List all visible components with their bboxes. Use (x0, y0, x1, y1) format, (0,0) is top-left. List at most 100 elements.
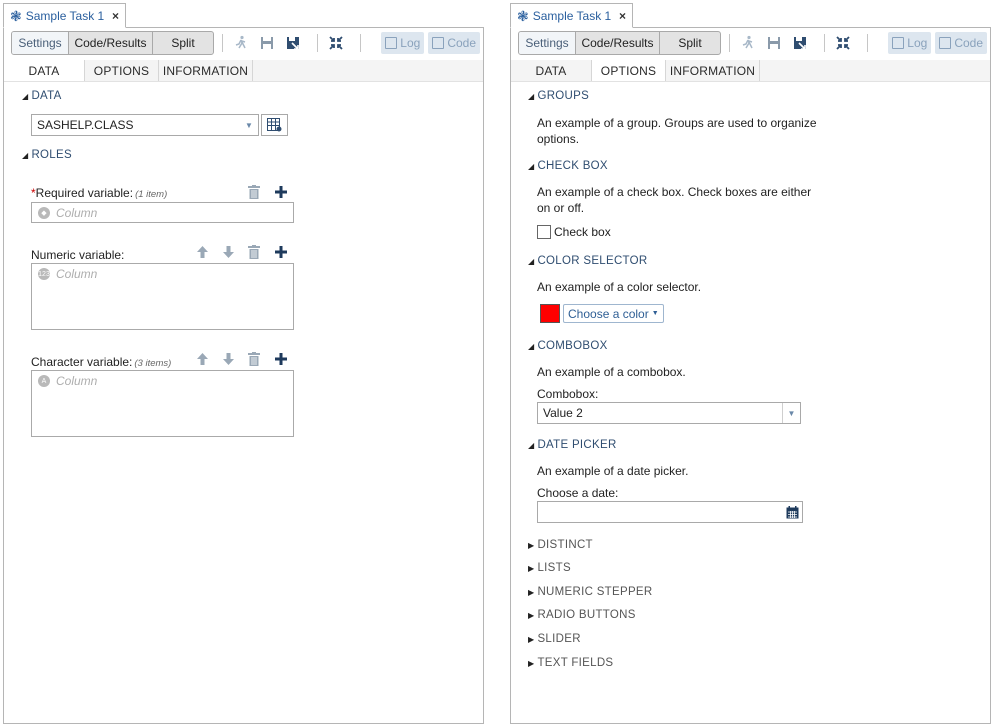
tab-data[interactable]: DATA (4, 60, 85, 81)
code-label: Code (954, 36, 983, 50)
trash-icon[interactable] (246, 184, 262, 200)
character-variable-box[interactable]: A Column (31, 370, 294, 437)
collapsed-triangle-icon: ▶ (528, 540, 535, 550)
code-results-mode-button[interactable]: Code/Results (576, 32, 660, 54)
tab-information[interactable]: INFORMATION (159, 60, 253, 81)
section-title: TEXT FIELDS (537, 657, 614, 669)
close-tab-icon[interactable]: × (619, 9, 626, 23)
task-panel-right: ❃ Sample Task 1 × Settings Code/Results … (510, 0, 991, 728)
save-as-icon[interactable] (283, 33, 303, 53)
text-fields-section-header[interactable]: ▶ TEXT FIELDS (528, 657, 613, 669)
description-line: options. (537, 132, 580, 146)
task-tab[interactable]: ❃ Sample Task 1 × (510, 3, 633, 28)
save-icon[interactable] (257, 33, 277, 53)
task-panel-left: ❃ Sample Task 1 × Settings Code/Results … (3, 0, 484, 728)
split-mode-button[interactable]: Split (153, 32, 213, 54)
section-title: DISTINCT (537, 539, 593, 551)
collapsed-triangle-icon: ▶ (528, 634, 535, 644)
tab-information[interactable]: INFORMATION (666, 60, 760, 81)
save-icon[interactable] (764, 33, 784, 53)
toolbar-separator (222, 34, 223, 52)
log-button[interactable]: Log (381, 32, 425, 54)
roles-section-header[interactable]: ◢ ROLES (22, 149, 72, 161)
numeric-variable-box[interactable]: 123 Column (31, 263, 294, 330)
date-input[interactable] (537, 501, 803, 523)
expanded-triangle-icon: ◢ (528, 440, 535, 450)
collapsed-triangle-icon: ▶ (528, 563, 535, 573)
trash-icon[interactable] (246, 244, 262, 260)
chevron-down-icon: ▼ (651, 310, 659, 317)
choose-color-button[interactable]: Choose a color ▼ (563, 304, 664, 323)
required-variable-label: *Required variable: (1 item) (31, 186, 167, 200)
description-line: An example of a check box. Check boxes a… (537, 185, 812, 199)
code-results-mode-button[interactable]: Code/Results (69, 32, 153, 54)
data-section-header[interactable]: ◢ DATA (22, 90, 62, 102)
section-title: NUMERIC STEPPER (537, 586, 653, 598)
section-title: COLOR SELECTOR (537, 255, 648, 267)
lists-section-header[interactable]: ▶ LISTS (528, 562, 571, 574)
numeric-variable-label: Numeric variable: (31, 248, 124, 262)
character-variable-label: Character variable: (3 items) (31, 355, 171, 369)
arrow-down-icon[interactable] (220, 351, 236, 367)
checkbox-label: Check box (554, 225, 611, 239)
arrow-up-icon[interactable] (194, 351, 210, 367)
checkbox-description: An example of a check box. Check boxes a… (537, 184, 811, 216)
section-title: GROUPS (537, 90, 590, 102)
color-selector-section-header[interactable]: ◢ COLOR SELECTOR (528, 255, 648, 267)
settings-tabs: DATA OPTIONS INFORMATION (4, 60, 483, 82)
settings-mode-button[interactable]: Settings (12, 32, 69, 54)
table-icon[interactable] (261, 114, 288, 136)
calendar-icon[interactable] (785, 505, 799, 519)
column-placeholder: A Column (38, 374, 97, 388)
tab-options[interactable]: OPTIONS (592, 60, 666, 81)
log-button[interactable]: Log (888, 32, 932, 54)
code-button[interactable]: Code (428, 32, 480, 54)
dataset-select[interactable]: SASHELP.CLASS ▼ (31, 114, 259, 136)
trash-icon[interactable] (246, 351, 262, 367)
toolbar-separator (360, 34, 361, 52)
arrow-up-icon[interactable] (194, 244, 210, 260)
collapse-icon[interactable] (326, 33, 346, 53)
code-button[interactable]: Code (935, 32, 987, 54)
output-buttons: Log Code (888, 32, 987, 54)
description-line: An example of a date picker. (537, 464, 689, 478)
task-tab[interactable]: ❃ Sample Task 1 × (3, 3, 126, 28)
distinct-section-header[interactable]: ▶ DISTINCT (528, 539, 593, 551)
color-swatch[interactable] (540, 304, 560, 323)
chevron-down-icon: ▼ (245, 120, 253, 130)
checkbox-section-header[interactable]: ◢ CHECK BOX (528, 160, 608, 172)
chevron-down-icon: ▼ (782, 403, 800, 423)
log-label: Log (400, 36, 421, 50)
add-icon[interactable] (272, 243, 290, 261)
date-picker-section-header[interactable]: ◢ DATE PICKER (528, 439, 617, 451)
checkbox-square[interactable] (537, 225, 551, 239)
section-title: DATA (31, 90, 62, 102)
arrow-down-icon[interactable] (220, 244, 236, 260)
add-icon[interactable] (272, 350, 290, 368)
description-line: An example of a combobox. (537, 365, 686, 379)
combobox-section-header[interactable]: ◢ COMBOBOX (528, 340, 608, 352)
code-label: Code (447, 36, 476, 50)
required-variable-box[interactable]: ◆ Column (31, 202, 294, 223)
tab-data[interactable]: DATA (511, 60, 592, 81)
numeric-stepper-section-header[interactable]: ▶ NUMERIC STEPPER (528, 586, 653, 598)
combobox-select[interactable]: Value 2 ▼ (537, 402, 801, 424)
slider-section-header[interactable]: ▶ SLIDER (528, 633, 581, 645)
run-icon[interactable] (231, 33, 251, 53)
section-title: CHECK BOX (537, 160, 608, 172)
run-icon[interactable] (738, 33, 758, 53)
close-tab-icon[interactable]: × (112, 9, 119, 23)
collapsed-triangle-icon: ▶ (528, 587, 535, 597)
collapse-icon[interactable] (833, 33, 853, 53)
save-as-icon[interactable] (790, 33, 810, 53)
collapsed-triangle-icon: ▶ (528, 610, 535, 620)
view-mode-switch: Settings Code/Results Split (518, 31, 721, 55)
settings-mode-button[interactable]: Settings (519, 32, 576, 54)
add-icon[interactable] (272, 183, 290, 201)
placeholder-text: Column (56, 267, 98, 281)
split-mode-button[interactable]: Split (660, 32, 720, 54)
tab-options[interactable]: OPTIONS (85, 60, 159, 81)
radio-buttons-section-header[interactable]: ▶ RADIO BUTTONS (528, 609, 636, 621)
groups-section-header[interactable]: ◢ GROUPS (528, 90, 589, 102)
sample-checkbox[interactable]: Check box (537, 225, 611, 239)
